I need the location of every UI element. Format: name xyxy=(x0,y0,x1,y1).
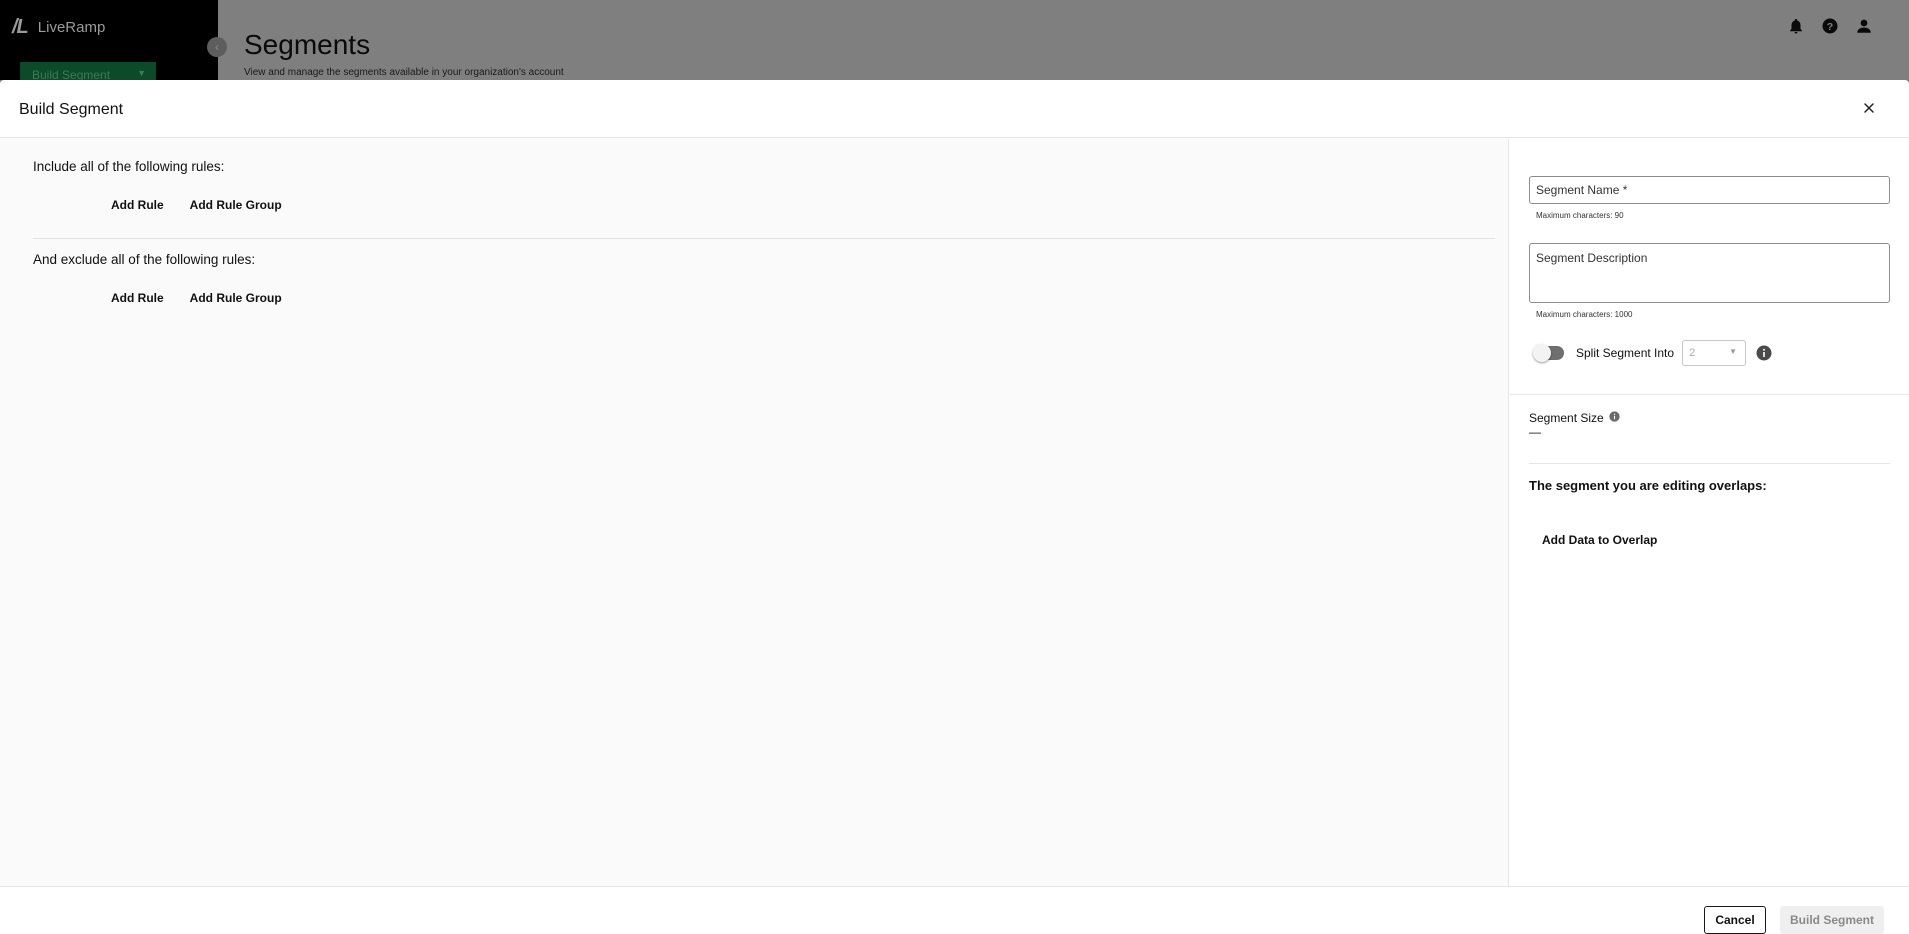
modal-footer: Cancel Build Segment xyxy=(0,886,1909,934)
include-add-rule-button[interactable]: Add Rule xyxy=(111,198,164,212)
exclude-add-rule-group-button[interactable]: Add Rule Group xyxy=(190,291,282,305)
segment-size-label: Segment Size xyxy=(1529,411,1620,425)
svg-text:?: ? xyxy=(1827,21,1833,33)
details-divider xyxy=(1529,463,1890,464)
segment-name-hint: Maximum characters: 90 xyxy=(1536,211,1624,220)
split-segment-row: Split Segment Into 2 ▼ xyxy=(1533,340,1772,366)
split-count-value: 2 xyxy=(1689,347,1696,359)
bell-icon xyxy=(1787,17,1805,35)
segment-description-input[interactable]: Segment Description xyxy=(1529,243,1890,303)
include-rules-section: Include all of the following rules: Add … xyxy=(33,159,1495,212)
section-divider xyxy=(33,238,1495,239)
header-icons: ? xyxy=(1787,17,1873,35)
liveramp-logo: /L LiveRamp xyxy=(12,16,105,39)
info-icon[interactable] xyxy=(1609,411,1620,425)
close-icon xyxy=(1864,103,1874,113)
add-data-to-overlap-button[interactable]: Add Data to Overlap xyxy=(1542,533,1657,547)
build-segment-modal: Build Segment Include all of the followi… xyxy=(0,80,1909,934)
include-add-rule-group-button[interactable]: Add Rule Group xyxy=(190,198,282,212)
modal-title: Build Segment xyxy=(19,101,124,118)
exclude-add-rule-button[interactable]: Add Rule xyxy=(111,291,164,305)
segment-size-value: — xyxy=(1529,425,1541,439)
background-sidebar: /L LiveRamp Build Segment ▼ xyxy=(0,0,218,80)
segment-name-input[interactable]: Segment Name * xyxy=(1529,176,1890,204)
segment-details-pane: Segment Name * Maximum characters: 90 Se… xyxy=(1510,139,1909,886)
collapse-sidebar-icon: ‹ xyxy=(207,37,227,57)
page-title: Segments xyxy=(244,29,371,60)
segment-description-hint: Maximum characters: 1000 xyxy=(1536,310,1633,319)
include-rule-actions: Add Rule Add Rule Group xyxy=(111,198,1495,212)
include-rules-label: Include all of the following rules: xyxy=(33,159,225,174)
build-segment-button[interactable]: Build Segment xyxy=(1780,906,1884,934)
chevron-down-icon: ▼ xyxy=(1729,347,1738,356)
exclude-rules-section: And exclude all of the following rules: … xyxy=(33,252,1495,305)
split-segment-toggle[interactable] xyxy=(1533,344,1564,362)
logo-name: LiveRamp xyxy=(37,19,106,36)
help-icon: ? xyxy=(1821,17,1839,35)
chevron-down-icon: ▼ xyxy=(137,68,146,78)
info-icon[interactable] xyxy=(1756,345,1772,361)
exclude-rules-label: And exclude all of the following rules: xyxy=(33,252,256,267)
logo-mark: /L xyxy=(12,16,29,38)
split-count-select[interactable]: 2 ▼ xyxy=(1682,340,1747,366)
modal-header: Build Segment xyxy=(0,80,1909,138)
cancel-button[interactable]: Cancel xyxy=(1704,906,1766,934)
user-icon xyxy=(1855,17,1873,35)
overlap-title: The segment you are editing overlaps: xyxy=(1529,478,1767,493)
exclude-rule-actions: Add Rule Add Rule Group xyxy=(111,291,1495,305)
details-divider xyxy=(1510,394,1909,395)
rules-pane: Include all of the following rules: Add … xyxy=(0,139,1509,886)
background-build-segment-button: Build Segment ▼ xyxy=(20,62,156,80)
page-subtitle: View and manage the segments available i… xyxy=(244,67,564,78)
close-button[interactable] xyxy=(1859,98,1879,118)
split-segment-label: Split Segment Into xyxy=(1576,346,1675,360)
